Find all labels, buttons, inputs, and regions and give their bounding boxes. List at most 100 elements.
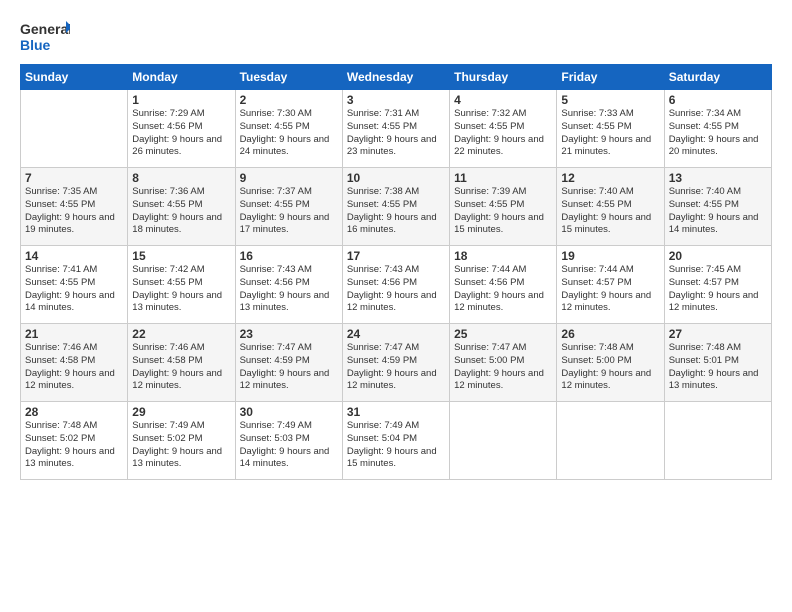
day-info: Sunrise: 7:47 AMSunset: 5:00 PMDaylight:…	[454, 342, 552, 393]
svg-text:Blue: Blue	[20, 37, 51, 53]
day-info: Sunrise: 7:45 AMSunset: 4:57 PMDaylight:…	[669, 264, 767, 315]
day-info: Sunrise: 7:49 AMSunset: 5:03 PMDaylight:…	[240, 420, 338, 471]
day-number: 1	[132, 93, 230, 107]
day-info: Sunrise: 7:34 AMSunset: 4:55 PMDaylight:…	[669, 108, 767, 159]
calendar-week-row: 7 Sunrise: 7:35 AMSunset: 4:55 PMDayligh…	[21, 168, 772, 246]
calendar-day-cell: 31 Sunrise: 7:49 AMSunset: 5:04 PMDaylig…	[342, 402, 449, 480]
day-number: 30	[240, 405, 338, 419]
calendar-page: General Blue SundayMondayTuesdayWednesda…	[0, 0, 792, 612]
calendar-day-cell: 20 Sunrise: 7:45 AMSunset: 4:57 PMDaylig…	[664, 246, 771, 324]
day-number: 7	[25, 171, 123, 185]
calendar-day-cell: 17 Sunrise: 7:43 AMSunset: 4:56 PMDaylig…	[342, 246, 449, 324]
day-info: Sunrise: 7:48 AMSunset: 5:01 PMDaylight:…	[669, 342, 767, 393]
day-number: 6	[669, 93, 767, 107]
calendar-week-row: 14 Sunrise: 7:41 AMSunset: 4:55 PMDaylig…	[21, 246, 772, 324]
calendar-header-cell: Sunday	[21, 65, 128, 90]
header: General Blue	[20, 16, 772, 56]
calendar-day-cell: 28 Sunrise: 7:48 AMSunset: 5:02 PMDaylig…	[21, 402, 128, 480]
day-info: Sunrise: 7:49 AMSunset: 5:04 PMDaylight:…	[347, 420, 445, 471]
day-number: 29	[132, 405, 230, 419]
day-info: Sunrise: 7:44 AMSunset: 4:57 PMDaylight:…	[561, 264, 659, 315]
day-info: Sunrise: 7:47 AMSunset: 4:59 PMDaylight:…	[347, 342, 445, 393]
calendar-day-cell	[557, 402, 664, 480]
calendar-day-cell: 12 Sunrise: 7:40 AMSunset: 4:55 PMDaylig…	[557, 168, 664, 246]
day-number: 20	[669, 249, 767, 263]
calendar-day-cell: 7 Sunrise: 7:35 AMSunset: 4:55 PMDayligh…	[21, 168, 128, 246]
calendar-header-row: SundayMondayTuesdayWednesdayThursdayFrid…	[21, 65, 772, 90]
day-info: Sunrise: 7:46 AMSunset: 4:58 PMDaylight:…	[132, 342, 230, 393]
calendar-day-cell: 6 Sunrise: 7:34 AMSunset: 4:55 PMDayligh…	[664, 90, 771, 168]
calendar-header-cell: Saturday	[664, 65, 771, 90]
calendar-table: SundayMondayTuesdayWednesdayThursdayFrid…	[20, 64, 772, 480]
day-info: Sunrise: 7:33 AMSunset: 4:55 PMDaylight:…	[561, 108, 659, 159]
calendar-day-cell: 23 Sunrise: 7:47 AMSunset: 4:59 PMDaylig…	[235, 324, 342, 402]
day-info: Sunrise: 7:31 AMSunset: 4:55 PMDaylight:…	[347, 108, 445, 159]
calendar-day-cell: 1 Sunrise: 7:29 AMSunset: 4:56 PMDayligh…	[128, 90, 235, 168]
day-number: 18	[454, 249, 552, 263]
day-number: 16	[240, 249, 338, 263]
day-number: 27	[669, 327, 767, 341]
day-info: Sunrise: 7:40 AMSunset: 4:55 PMDaylight:…	[669, 186, 767, 237]
calendar-day-cell: 3 Sunrise: 7:31 AMSunset: 4:55 PMDayligh…	[342, 90, 449, 168]
calendar-day-cell	[21, 90, 128, 168]
day-number: 3	[347, 93, 445, 107]
calendar-day-cell: 21 Sunrise: 7:46 AMSunset: 4:58 PMDaylig…	[21, 324, 128, 402]
day-number: 11	[454, 171, 552, 185]
day-info: Sunrise: 7:29 AMSunset: 4:56 PMDaylight:…	[132, 108, 230, 159]
calendar-day-cell: 4 Sunrise: 7:32 AMSunset: 4:55 PMDayligh…	[450, 90, 557, 168]
calendar-day-cell: 13 Sunrise: 7:40 AMSunset: 4:55 PMDaylig…	[664, 168, 771, 246]
day-number: 10	[347, 171, 445, 185]
day-number: 2	[240, 93, 338, 107]
calendar-day-cell: 11 Sunrise: 7:39 AMSunset: 4:55 PMDaylig…	[450, 168, 557, 246]
day-number: 12	[561, 171, 659, 185]
svg-text:General: General	[20, 21, 70, 37]
calendar-day-cell: 19 Sunrise: 7:44 AMSunset: 4:57 PMDaylig…	[557, 246, 664, 324]
calendar-week-row: 1 Sunrise: 7:29 AMSunset: 4:56 PMDayligh…	[21, 90, 772, 168]
logo: General Blue	[20, 16, 70, 56]
calendar-day-cell: 16 Sunrise: 7:43 AMSunset: 4:56 PMDaylig…	[235, 246, 342, 324]
calendar-day-cell: 22 Sunrise: 7:46 AMSunset: 4:58 PMDaylig…	[128, 324, 235, 402]
calendar-header-cell: Friday	[557, 65, 664, 90]
calendar-day-cell: 14 Sunrise: 7:41 AMSunset: 4:55 PMDaylig…	[21, 246, 128, 324]
day-info: Sunrise: 7:35 AMSunset: 4:55 PMDaylight:…	[25, 186, 123, 237]
day-info: Sunrise: 7:42 AMSunset: 4:55 PMDaylight:…	[132, 264, 230, 315]
day-info: Sunrise: 7:41 AMSunset: 4:55 PMDaylight:…	[25, 264, 123, 315]
calendar-week-row: 21 Sunrise: 7:46 AMSunset: 4:58 PMDaylig…	[21, 324, 772, 402]
day-number: 9	[240, 171, 338, 185]
day-number: 17	[347, 249, 445, 263]
calendar-day-cell: 26 Sunrise: 7:48 AMSunset: 5:00 PMDaylig…	[557, 324, 664, 402]
calendar-day-cell: 2 Sunrise: 7:30 AMSunset: 4:55 PMDayligh…	[235, 90, 342, 168]
day-info: Sunrise: 7:43 AMSunset: 4:56 PMDaylight:…	[240, 264, 338, 315]
calendar-day-cell: 27 Sunrise: 7:48 AMSunset: 5:01 PMDaylig…	[664, 324, 771, 402]
day-number: 19	[561, 249, 659, 263]
day-number: 14	[25, 249, 123, 263]
calendar-header-cell: Wednesday	[342, 65, 449, 90]
day-info: Sunrise: 7:44 AMSunset: 4:56 PMDaylight:…	[454, 264, 552, 315]
calendar-day-cell: 18 Sunrise: 7:44 AMSunset: 4:56 PMDaylig…	[450, 246, 557, 324]
day-number: 21	[25, 327, 123, 341]
day-info: Sunrise: 7:32 AMSunset: 4:55 PMDaylight:…	[454, 108, 552, 159]
day-number: 22	[132, 327, 230, 341]
calendar-week-row: 28 Sunrise: 7:48 AMSunset: 5:02 PMDaylig…	[21, 402, 772, 480]
logo-svg: General Blue	[20, 16, 70, 56]
calendar-day-cell: 30 Sunrise: 7:49 AMSunset: 5:03 PMDaylig…	[235, 402, 342, 480]
day-info: Sunrise: 7:38 AMSunset: 4:55 PMDaylight:…	[347, 186, 445, 237]
day-number: 25	[454, 327, 552, 341]
calendar-day-cell: 5 Sunrise: 7:33 AMSunset: 4:55 PMDayligh…	[557, 90, 664, 168]
calendar-header-cell: Monday	[128, 65, 235, 90]
day-number: 28	[25, 405, 123, 419]
day-info: Sunrise: 7:43 AMSunset: 4:56 PMDaylight:…	[347, 264, 445, 315]
day-info: Sunrise: 7:30 AMSunset: 4:55 PMDaylight:…	[240, 108, 338, 159]
day-info: Sunrise: 7:46 AMSunset: 4:58 PMDaylight:…	[25, 342, 123, 393]
calendar-day-cell: 9 Sunrise: 7:37 AMSunset: 4:55 PMDayligh…	[235, 168, 342, 246]
day-info: Sunrise: 7:47 AMSunset: 4:59 PMDaylight:…	[240, 342, 338, 393]
day-info: Sunrise: 7:49 AMSunset: 5:02 PMDaylight:…	[132, 420, 230, 471]
day-number: 13	[669, 171, 767, 185]
day-info: Sunrise: 7:40 AMSunset: 4:55 PMDaylight:…	[561, 186, 659, 237]
calendar-day-cell: 8 Sunrise: 7:36 AMSunset: 4:55 PMDayligh…	[128, 168, 235, 246]
day-number: 24	[347, 327, 445, 341]
calendar-day-cell: 25 Sunrise: 7:47 AMSunset: 5:00 PMDaylig…	[450, 324, 557, 402]
day-number: 8	[132, 171, 230, 185]
day-info: Sunrise: 7:36 AMSunset: 4:55 PMDaylight:…	[132, 186, 230, 237]
calendar-day-cell	[450, 402, 557, 480]
